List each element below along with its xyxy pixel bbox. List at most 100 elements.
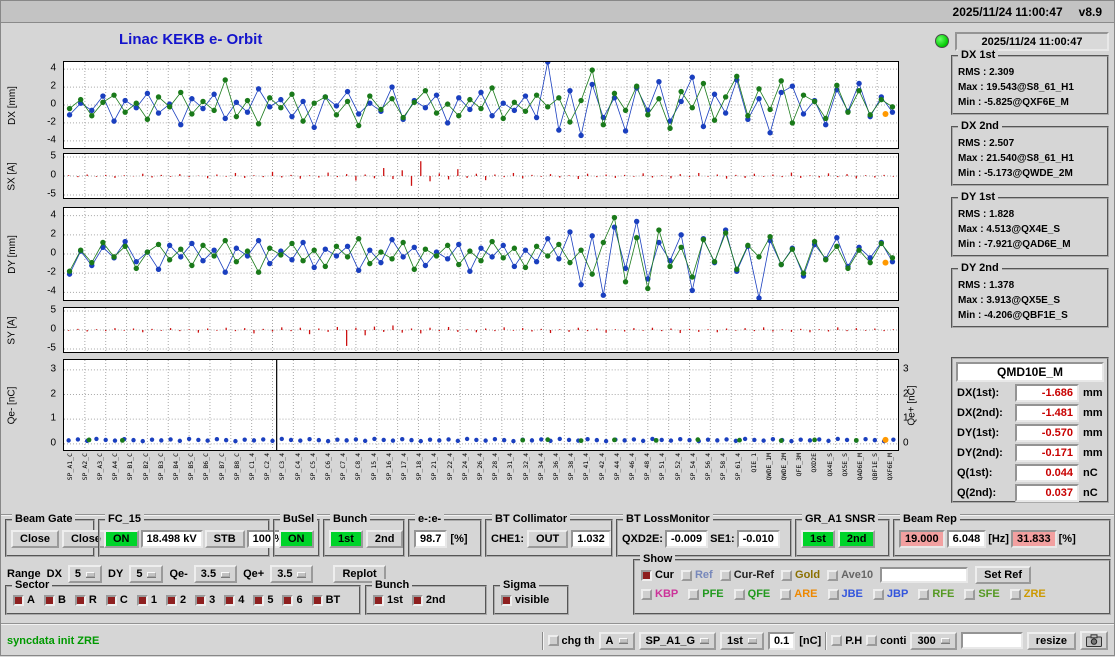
range-qe-plus-value: 3.5	[277, 568, 293, 580]
status-entry[interactable]	[960, 632, 1023, 649]
monitor-select[interactable]: SP_A1_G	[638, 631, 717, 650]
qxd2e-label: QXD2E:	[622, 533, 663, 545]
checkbox-3[interactable]: 3	[195, 594, 215, 606]
checkbox-visible[interactable]: visible	[501, 594, 549, 606]
qe-plus-axis-label: Qe+ [nC]	[903, 359, 921, 451]
beam-gate-frame: Beam Gate Close Close	[5, 513, 110, 557]
x-axis-label: SP_16_4	[384, 453, 393, 481]
dx-axis-label: DX [mm]	[3, 61, 21, 149]
qmd-row-unit: mm	[1083, 427, 1103, 439]
checkbox-4[interactable]: 4	[224, 594, 244, 606]
resize-button[interactable]: resize	[1026, 631, 1076, 650]
checkbox-label: JBP	[886, 588, 909, 600]
checkbox-5[interactable]: 5	[253, 594, 273, 606]
qmd-row-label: DY(1st):	[957, 427, 1000, 439]
beam-rep-actual-display: 6.048	[946, 530, 987, 548]
checkbox-a[interactable]: A	[13, 594, 35, 606]
sector-select[interactable]: A	[598, 631, 635, 650]
checkbox-cur-ref[interactable]: Cur-Ref	[719, 569, 774, 581]
x-axis-label: SP_24_4	[460, 453, 469, 481]
bunch-select-frame: Bunch 1st 2nd	[365, 579, 487, 615]
checkbox-zre[interactable]: ZRE	[1009, 588, 1046, 600]
checkbox-indicator	[872, 588, 884, 600]
x-axis-label: SP_C1_4	[248, 453, 256, 481]
checkbox-qfe[interactable]: QFE	[733, 588, 770, 600]
checkbox-c[interactable]: C	[105, 594, 128, 606]
checkbox-are[interactable]: ARE	[780, 588, 818, 600]
checkbox-indicator	[311, 594, 323, 606]
x-axis-label: SP_B8_C	[232, 453, 241, 481]
checkbox-gold[interactable]: Gold	[781, 569, 820, 581]
charge-plot-svg	[64, 360, 898, 450]
checkbox-rfe[interactable]: RFE	[918, 588, 954, 600]
checkbox-label: 2	[179, 594, 187, 606]
ph-checkbox[interactable]: P.H	[831, 635, 862, 647]
x-axis-label: SP_28_4	[491, 453, 500, 481]
x-axis-label: SP_B5_C	[187, 453, 196, 481]
y-tick-label: 4	[50, 209, 56, 221]
dropdown-indicator-icon	[700, 638, 710, 643]
checkbox-2nd[interactable]: 2nd	[411, 594, 445, 606]
range-dy-select[interactable]: 5	[129, 565, 164, 583]
qmd-row: DX(1st): -1.686 mm	[957, 384, 1103, 402]
sx-plot	[63, 153, 899, 199]
range-qe-minus-select[interactable]: 3.5	[193, 565, 238, 583]
gr-a1-1st-button[interactable]: 1st	[801, 530, 835, 548]
x-axis-label: SP_21_4	[430, 453, 439, 481]
snapshot-button[interactable]	[1080, 631, 1108, 650]
checkbox-label: BT	[325, 594, 341, 606]
range-qe-plus-select[interactable]: 3.5	[270, 565, 314, 583]
set-ref-button[interactable]: Set Ref	[975, 566, 1032, 584]
range-dy-label: DY	[108, 568, 124, 580]
checkbox-ref[interactable]: Ref	[680, 569, 713, 581]
busel-on-button[interactable]: ON	[279, 530, 314, 548]
bunch-1st-button[interactable]: 1st	[329, 530, 363, 548]
chg-th-checkbox[interactable]: chg th	[547, 635, 595, 647]
range-dx-value: 5	[74, 568, 82, 580]
bt-collimator-frame: BT Collimator CHE1: OUT 1.032	[485, 513, 613, 557]
gr-a1-2nd-button[interactable]: 2nd	[837, 530, 876, 548]
checkbox-2[interactable]: 2	[165, 594, 187, 606]
y-tick-label: 5	[50, 304, 56, 316]
y-tick-label: 0	[50, 437, 56, 449]
monitor-select-value: SP_A1_G	[645, 634, 696, 647]
checkbox-jbp[interactable]: JBP	[872, 588, 909, 600]
fc15-on-button[interactable]: ON	[104, 530, 139, 548]
bunch-2nd-button[interactable]: 2nd	[365, 530, 404, 548]
checkbox-bt[interactable]: BT	[311, 594, 341, 606]
checkbox-indicator	[501, 594, 512, 606]
threshold-value-field[interactable]: 0.1	[767, 631, 796, 650]
fc15-kv-display: 18.498 kV	[140, 530, 203, 548]
checkbox-cur[interactable]: Cur	[641, 569, 674, 581]
stats-frame-title: DX 1st	[958, 49, 999, 63]
checkbox-pfe[interactable]: PFE	[688, 588, 724, 600]
x-axis-label: QXD2E	[810, 453, 819, 473]
bunch-select-frame-label: Bunch	[372, 579, 413, 593]
points-select[interactable]: 300	[910, 631, 957, 650]
conti-checkbox[interactable]: conti	[866, 635, 906, 647]
checkbox-sfe[interactable]: SFE	[964, 588, 1000, 600]
qmd-row-unit: nC	[1083, 487, 1098, 499]
x-axis-label: SP_C5_4	[308, 453, 317, 481]
checkbox-6[interactable]: 6	[282, 594, 303, 606]
checkbox-indicator	[1009, 588, 1021, 600]
checkbox-1st[interactable]: 1st	[373, 594, 403, 606]
status-bar: syncdata init ZRE chg th A SP_A1_G 1st 0…	[1, 623, 1114, 657]
dropdown-indicator-icon	[147, 571, 157, 577]
fc15-stb-button[interactable]: STB	[204, 530, 245, 548]
checkbox-1[interactable]: 1	[136, 594, 157, 606]
x-axis-label: SP_54_4	[688, 453, 697, 481]
y-tick-label: -2	[47, 116, 56, 128]
checkbox-r[interactable]: R	[74, 594, 97, 606]
ref-file-entry[interactable]	[880, 567, 969, 583]
che1-out-button[interactable]: OUT	[527, 530, 569, 548]
checkbox-jbe[interactable]: JBE	[827, 588, 863, 600]
checkbox-kbp[interactable]: KBP	[641, 588, 678, 600]
range-dx-select[interactable]: 5	[67, 565, 103, 583]
checkbox-ave10[interactable]: Ave10	[827, 569, 873, 581]
checkbox-label: KBP	[655, 588, 679, 600]
beam-gate-close-button-1[interactable]: Close	[11, 530, 59, 548]
checkbox-b[interactable]: B	[43, 594, 66, 606]
x-axis-label: SP_17_4	[400, 453, 408, 481]
bunch-select[interactable]: 1st	[720, 631, 764, 650]
